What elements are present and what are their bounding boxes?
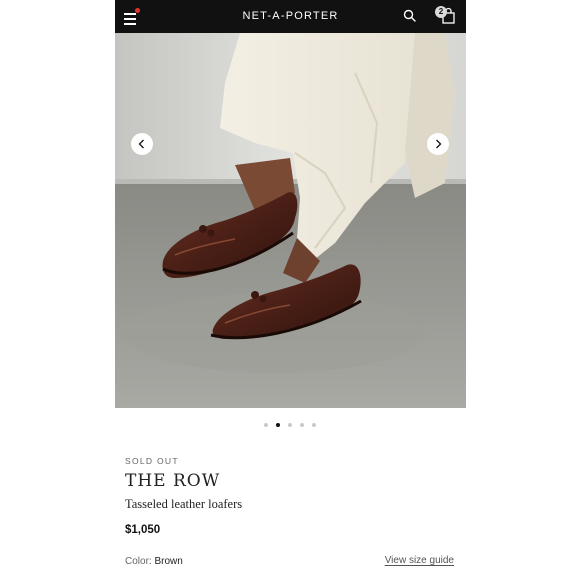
product-name: Tasseled leather loafers bbox=[125, 497, 243, 511]
color-label: Color: bbox=[125, 556, 152, 567]
carousel-dot[interactable] bbox=[300, 423, 304, 427]
product-image-carousel[interactable] bbox=[115, 33, 466, 408]
product-photo bbox=[115, 33, 466, 408]
previous-image-button[interactable] bbox=[131, 133, 153, 155]
size-guide-link[interactable]: View size guide bbox=[385, 555, 454, 566]
product-price: $1,050 bbox=[125, 524, 161, 536]
carousel-dot[interactable] bbox=[288, 423, 292, 427]
search-button[interactable] bbox=[402, 8, 418, 24]
top-navigation-bar: NET-A-PORTER 2 bbox=[115, 0, 466, 33]
carousel-dot[interactable] bbox=[312, 423, 316, 427]
chevron-left-icon bbox=[138, 139, 144, 149]
search-icon bbox=[403, 9, 416, 22]
carousel-dot[interactable] bbox=[264, 423, 268, 427]
stock-status: SOLD OUT bbox=[125, 456, 179, 466]
color-value: Brown bbox=[154, 556, 183, 567]
color-info: Color: Brown bbox=[125, 556, 183, 567]
next-image-button[interactable] bbox=[427, 133, 449, 155]
product-page: NET-A-PORTER 2 SOLD OUT THE ROW Tasseled… bbox=[115, 0, 466, 580]
shopping-bag-button[interactable]: 2 bbox=[435, 6, 457, 26]
brand-name[interactable]: THE ROW bbox=[125, 471, 220, 491]
carousel-dot-active[interactable] bbox=[276, 423, 280, 427]
bag-count-badge: 2 bbox=[435, 6, 447, 18]
chevron-right-icon bbox=[436, 139, 442, 149]
carousel-pagination bbox=[115, 423, 466, 429]
